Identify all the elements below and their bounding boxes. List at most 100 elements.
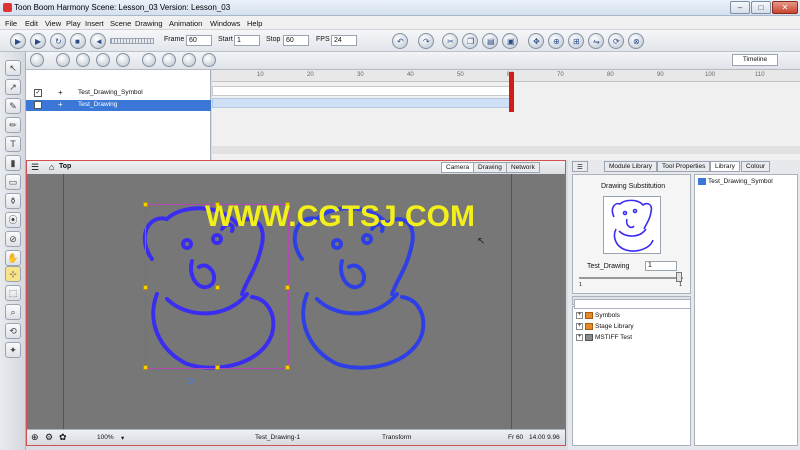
center-button[interactable]: ⊕	[548, 33, 564, 49]
playback-speed-slider[interactable]	[110, 38, 154, 44]
transform-handle[interactable]	[215, 285, 220, 290]
substitution-slider[interactable]	[579, 277, 683, 279]
text-tool[interactable]: T	[5, 136, 21, 152]
hand-tool[interactable]: ✋	[5, 250, 21, 266]
menu-scene[interactable]: Scene	[110, 19, 131, 28]
tab-colour[interactable]: Colour	[741, 161, 771, 172]
dropper-tool[interactable]: ⦿	[5, 212, 21, 228]
frame-field[interactable]: 60	[186, 35, 212, 46]
collapse-layers-button[interactable]	[116, 53, 130, 67]
fps-field[interactable]: 24	[331, 35, 357, 46]
transform-handle[interactable]	[285, 285, 290, 290]
reset-button[interactable]: ⊗	[628, 33, 644, 49]
expand-icon[interactable]: +	[576, 334, 583, 341]
menu-windows[interactable]: Windows	[210, 19, 240, 28]
settings-icon[interactable]: ⚙	[45, 432, 53, 443]
show-all-button[interactable]	[30, 53, 44, 67]
select-region-tool[interactable]: ⬚	[5, 285, 21, 301]
library-search-field[interactable]	[574, 299, 691, 309]
menu-insert[interactable]: Insert	[85, 19, 104, 28]
layer-row[interactable]: ✓ + Test_Drawing_Symbol	[26, 88, 211, 99]
menu-animation[interactable]: Animation	[169, 19, 202, 28]
mark-drawing-button[interactable]	[202, 53, 216, 67]
play-button[interactable]: ▶	[10, 33, 26, 49]
onion-skin-button[interactable]	[142, 53, 156, 67]
loop-button[interactable]: ↻	[50, 33, 66, 49]
home-icon[interactable]: ⌂	[49, 162, 54, 172]
zoom-level[interactable]: 100%	[97, 434, 114, 441]
substitution-index-field[interactable]: 1	[645, 261, 677, 271]
play-selection-button[interactable]: ▶	[30, 33, 46, 49]
layer-visibility-checkbox[interactable]: ✓	[34, 101, 42, 109]
frame-row[interactable]	[212, 86, 512, 96]
tab-network[interactable]: Network	[506, 162, 540, 173]
expand-icon[interactable]: +	[58, 88, 63, 97]
maximize-button[interactable]: □	[751, 1, 771, 14]
transform-handle[interactable]	[215, 365, 220, 370]
menu-play[interactable]: Play	[66, 19, 81, 28]
tree-item-stage-library[interactable]: + Stage Library	[576, 323, 634, 333]
start-field[interactable]: 1	[234, 35, 260, 46]
tab-camera[interactable]: Camera	[441, 162, 475, 173]
menu-help[interactable]: Help	[247, 19, 262, 28]
grid-icon[interactable]: ⊕	[31, 432, 39, 443]
tree-item-mstiff-test[interactable]: + MSTIFF Test	[576, 334, 632, 344]
menu-drawing[interactable]: Drawing	[135, 19, 163, 28]
zoom-dropdown-icon[interactable]: ▾	[121, 434, 124, 442]
tab-tool-properties[interactable]: Tool Properties	[657, 161, 711, 172]
layer-row-selected[interactable]: ✓ + Test_Drawing	[26, 100, 211, 111]
rotate-view-tool[interactable]: ⟲	[5, 323, 21, 339]
flip-button[interactable]: ⇋	[588, 33, 604, 49]
pivot-point[interactable]	[187, 378, 193, 384]
menu-view[interactable]: View	[45, 19, 61, 28]
expand-icon[interactable]: +	[576, 312, 583, 319]
cut-button[interactable]: ✂	[442, 33, 458, 49]
brush-tool[interactable]: ✎	[5, 98, 21, 114]
transform-tool[interactable]: ⊹	[5, 266, 21, 282]
tree-item-symbols[interactable]: + Symbols	[576, 312, 620, 322]
substitution-slider-thumb[interactable]	[676, 272, 682, 282]
morph-tool[interactable]: ✦	[5, 342, 21, 358]
light-table-icon[interactable]: ✿	[59, 432, 67, 443]
layer-visibility-checkbox[interactable]: ✓	[34, 89, 42, 97]
redo-button[interactable]: ↷	[418, 33, 434, 49]
stop-button[interactable]: ■	[70, 33, 86, 49]
fit-button[interactable]: ⊞	[568, 33, 584, 49]
select-tool[interactable]: ↖	[5, 60, 21, 76]
undo-button[interactable]: ↶	[392, 33, 408, 49]
zoom-tool[interactable]: ⌕	[5, 304, 21, 320]
transform-handle[interactable]	[143, 202, 148, 207]
remove-layer-button[interactable]	[76, 53, 90, 67]
panel-menu-icon[interactable]: ☰	[572, 161, 588, 172]
frame-ruler[interactable]: 10 20 30 40 50 60 70 80 90 100 110	[212, 70, 800, 82]
drawing-thumbnail[interactable]	[603, 196, 661, 254]
key-button[interactable]	[162, 53, 176, 67]
tab-library[interactable]: Library	[710, 161, 740, 172]
menu-edit[interactable]: Edit	[25, 19, 38, 28]
library-item[interactable]: Test_Drawing_Symbol	[698, 178, 773, 185]
paint-tool[interactable]: ▮	[5, 155, 21, 171]
sound-button[interactable]: ◄	[90, 33, 106, 49]
frame-row-selected[interactable]	[212, 98, 512, 108]
timeline-scrollbar[interactable]	[212, 146, 800, 154]
minimize-button[interactable]: –	[730, 1, 750, 14]
playhead[interactable]	[509, 72, 514, 112]
extend-exposure-button[interactable]	[182, 53, 196, 67]
tab-module-library[interactable]: Module Library	[604, 161, 657, 172]
eraser-tool[interactable]: ▭	[5, 174, 21, 190]
rotate-button[interactable]: ⟳	[608, 33, 624, 49]
close-button[interactable]: ✕	[772, 1, 798, 14]
copy-button[interactable]: ❐	[462, 33, 478, 49]
ink-tool[interactable]: ⚱	[5, 193, 21, 209]
expand-icon[interactable]: +	[58, 100, 63, 109]
add-layer-button[interactable]	[56, 53, 70, 67]
expand-icon[interactable]: +	[576, 323, 583, 330]
transform-handle[interactable]	[143, 365, 148, 370]
tab-drawing[interactable]: Drawing	[473, 162, 507, 173]
expand-layers-button[interactable]	[96, 53, 110, 67]
cutter-tool[interactable]: ⊘	[5, 231, 21, 247]
view-menu-icon[interactable]: ☰	[31, 162, 39, 173]
paste-button[interactable]: ▤	[482, 33, 498, 49]
menu-file[interactable]: File	[5, 19, 17, 28]
pencil-tool[interactable]: ✏	[5, 117, 21, 133]
